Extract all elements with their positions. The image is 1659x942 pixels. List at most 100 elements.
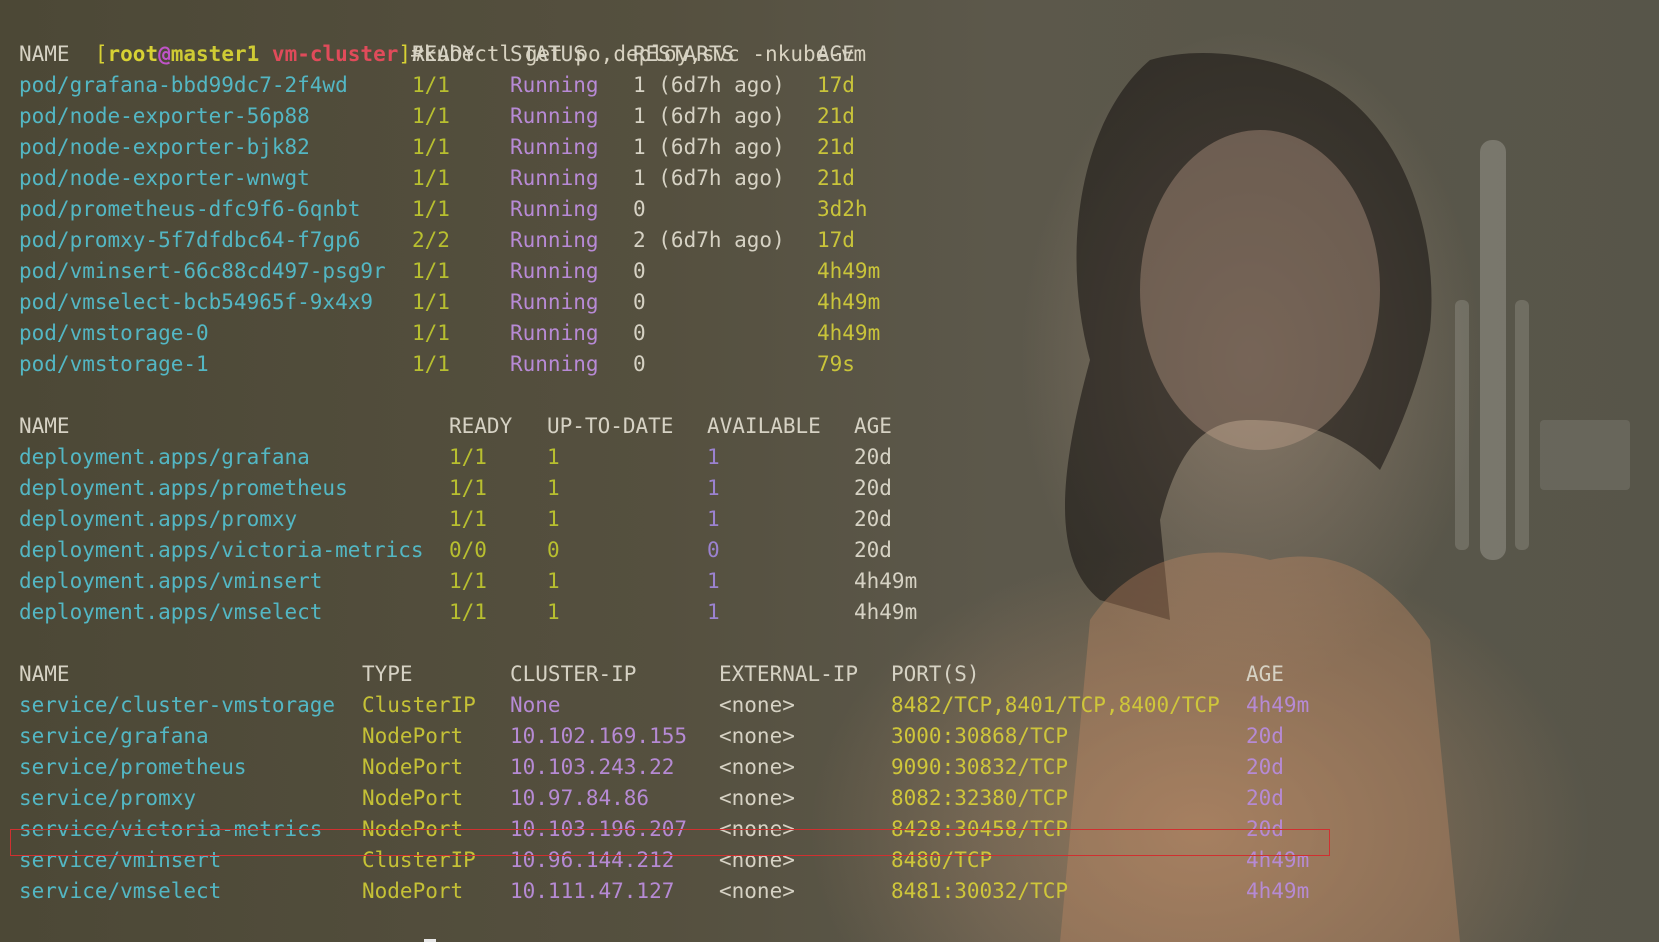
service-age: 20d xyxy=(1246,755,1284,779)
deployment-age: 20d xyxy=(854,445,892,469)
pod-row: pod/vmstorage-0 1/1 Running 0 4h49m xyxy=(19,318,880,349)
service-age: 4h49m xyxy=(1246,693,1310,717)
pod-restarts: 1 (6d7h ago) xyxy=(633,166,785,190)
pod-restarts: 1 (6d7h ago) xyxy=(633,104,785,128)
pod-age: 4h49m xyxy=(817,290,881,314)
pod-name: pod/node-exporter-bjk82 xyxy=(19,135,310,159)
pod-row: pod/grafana-bbd99dc7-2f4wd 1/1 Running 1 (6… xyxy=(19,70,866,101)
services-table: service/cluster-vmstorage ClusterIP None <n… xyxy=(19,690,1309,907)
deployment-row: deployment.apps/grafana 1/1 1 1 20d xyxy=(19,442,892,473)
pod-ready: 1/1 xyxy=(412,135,450,159)
deploy-header-age: AGE xyxy=(854,414,892,438)
deployment-age: 20d xyxy=(854,538,892,562)
deployment-uptodate: 1 xyxy=(547,476,560,500)
service-age: 20d xyxy=(1246,786,1284,810)
deployment-uptodate: 1 xyxy=(547,600,560,624)
deployment-row: deployment.apps/vmselect 1/1 1 1 4h49m xyxy=(19,597,917,628)
deployment-name: deployment.apps/victoria-metrics xyxy=(19,538,424,562)
pods-header-name: NAME xyxy=(19,42,70,66)
deployment-row: deployment.apps/victoria-metrics 0/0 0 0 20d xyxy=(19,535,892,566)
pod-status: Running xyxy=(510,197,599,221)
pod-ready: 1/1 xyxy=(412,352,450,376)
pod-name: pod/vminsert-66c88cd497-psg9r xyxy=(19,259,386,283)
prompt-line-current[interactable]: [root@master1 vm-cluster]# xyxy=(19,907,866,942)
service-type: NodePort xyxy=(362,755,464,779)
pod-ready: 1/1 xyxy=(412,104,450,128)
service-cluster-ip: 10.111.47.127 xyxy=(510,879,675,903)
pod-restarts: 1 (6d7h ago) xyxy=(633,135,785,159)
deployment-row: deployment.apps/promxy 1/1 1 1 20d xyxy=(19,504,892,535)
pod-status: Running xyxy=(510,135,599,159)
pod-ready: 1/1 xyxy=(412,259,450,283)
service-type: ClusterIP xyxy=(362,693,476,717)
service-row: service/promxy NodePort 10.97.84.86 <none> 8… xyxy=(19,783,1284,814)
svc-header-external-ip: EXTERNAL-IP xyxy=(719,662,859,686)
deployment-ready: 1/1 xyxy=(449,476,487,500)
deployment-age: 4h49m xyxy=(854,600,918,624)
pods-header-ready: READY xyxy=(412,42,476,66)
pod-ready: 1/1 xyxy=(412,166,450,190)
service-name: service/vmselect xyxy=(19,879,222,903)
deployment-available: 1 xyxy=(707,569,720,593)
service-cluster-ip: 10.97.84.86 xyxy=(510,786,650,810)
deployment-ready: 1/1 xyxy=(449,507,487,531)
pod-name: pod/vmstorage-1 xyxy=(19,352,209,376)
pods-header-status: STATUS xyxy=(510,42,586,66)
deployment-available: 1 xyxy=(707,445,720,469)
pods-header-age: AGE xyxy=(817,42,855,66)
pod-status: Running xyxy=(510,352,599,376)
pod-row: pod/vmstorage-1 1/1 Running 0 79s xyxy=(19,349,866,380)
service-row: service/vmselect NodePort 10.111.47.127 <no… xyxy=(19,876,1309,907)
pod-row: pod/vminsert-66c88cd497-psg9r 1/1 Running 0… xyxy=(19,256,880,287)
service-name: service/cluster-vmstorage xyxy=(19,693,336,717)
terminal-window[interactable]: [root@master1 vm-cluster]#kubectl get po… xyxy=(0,0,1659,942)
deployment-ready: 1/1 xyxy=(449,445,487,469)
service-external-ip: <none> xyxy=(719,693,795,717)
service-name: service/prometheus xyxy=(19,755,247,779)
pod-status: Running xyxy=(510,104,599,128)
pod-row: pod/node-exporter-56p88 1/1 Running 1 (6d7h… xyxy=(19,101,866,132)
pod-ready: 1/1 xyxy=(412,290,450,314)
pod-ready: 1/1 xyxy=(412,73,450,97)
service-age: 20d xyxy=(1246,724,1284,748)
pod-row: pod/vmselect-bcb54965f-9x4x9 1/1 Running 0 4… xyxy=(19,287,880,318)
pod-age: 4h49m xyxy=(817,259,881,283)
pod-status: Running xyxy=(510,73,599,97)
service-cluster-ip: None xyxy=(510,693,561,717)
service-external-ip: <none> xyxy=(719,879,795,903)
service-type: NodePort xyxy=(362,879,464,903)
pod-age: 17d xyxy=(817,73,855,97)
pod-age: 21d xyxy=(817,104,855,128)
pod-age: 17d xyxy=(817,228,855,252)
deployment-name: deployment.apps/vmselect xyxy=(19,600,323,624)
deployment-row: deployment.apps/prometheus 1/1 1 1 20d xyxy=(19,473,892,504)
pod-age: 4h49m xyxy=(817,321,881,345)
pod-row: pod/node-exporter-bjk82 1/1 Running 1 (6d7h… xyxy=(19,132,866,163)
service-external-ip: <none> xyxy=(719,724,795,748)
deployment-uptodate: 0 xyxy=(547,538,560,562)
deployment-name: deployment.apps/promxy xyxy=(19,507,298,531)
pods-header-restarts: RESTARTS xyxy=(633,42,735,66)
pod-restarts: 0 xyxy=(633,259,646,283)
highlight-box-vmselect-row xyxy=(10,829,1330,856)
deployment-available: 1 xyxy=(707,476,720,500)
pod-name: pod/vmselect-bcb54965f-9x4x9 xyxy=(19,290,374,314)
pod-status: Running xyxy=(510,166,599,190)
service-age: 4h49m xyxy=(1246,879,1310,903)
deploy-header-available: AVAILABLE xyxy=(707,414,821,438)
pod-row: pod/promxy-5f7dfdbc64-f7gp6 2/2 Running 2 (… xyxy=(19,225,866,256)
deployment-name: deployment.apps/grafana xyxy=(19,445,310,469)
svc-header-ports: PORT(S) xyxy=(891,662,980,686)
pod-restarts: 0 xyxy=(633,321,646,345)
service-type: NodePort xyxy=(362,786,464,810)
pod-name: pod/promxy-5f7dfdbc64-f7gp6 xyxy=(19,228,361,252)
pod-restarts: 0 xyxy=(633,352,646,376)
pod-row: pod/node-exporter-wnwgt 1/1 Running 1 (6d7h… xyxy=(19,163,866,194)
pod-restarts: 0 xyxy=(633,197,646,221)
svc-header-type: TYPE xyxy=(362,662,413,686)
deployment-uptodate: 1 xyxy=(547,445,560,469)
pod-name: pod/prometheus-dfc9f6-6qnbt xyxy=(19,197,361,221)
pod-restarts: 1 (6d7h ago) xyxy=(633,73,785,97)
